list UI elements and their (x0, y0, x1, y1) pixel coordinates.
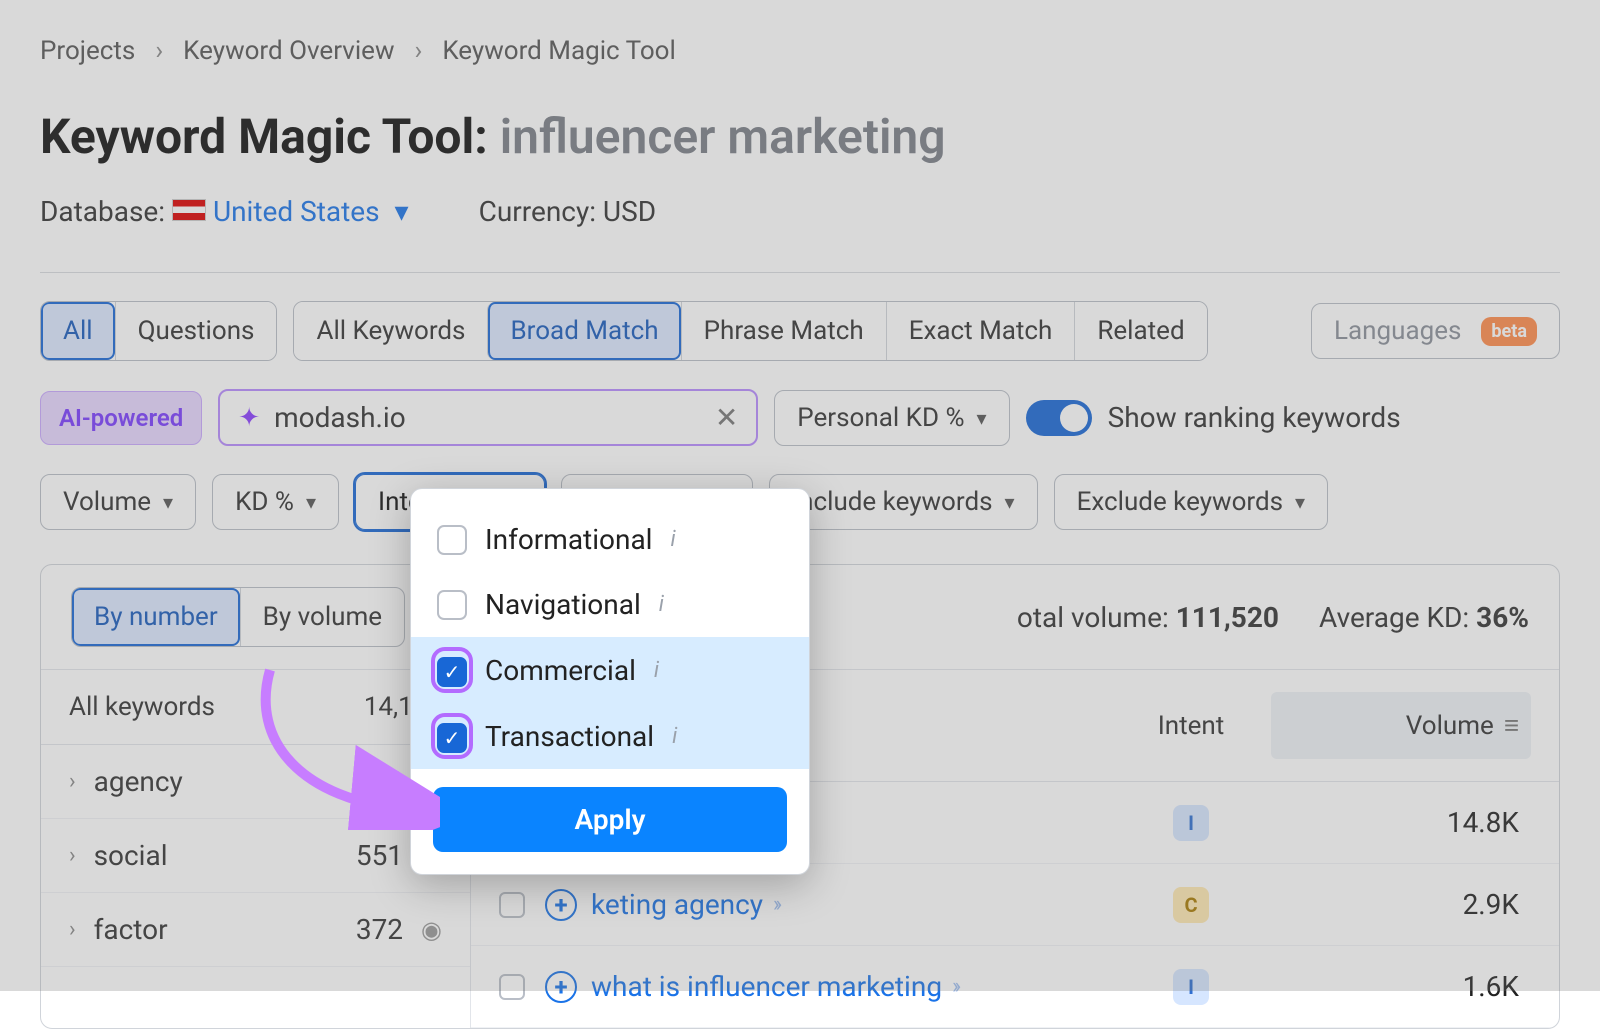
intent-badge: C (1173, 887, 1209, 923)
languages-filter[interactable]: Languages beta (1311, 303, 1560, 359)
match-type-segments: All Keywords Broad Match Phrase Match Ex… (293, 301, 1207, 361)
add-keyword-icon[interactable]: + (545, 889, 577, 921)
segment-all[interactable]: All (41, 302, 115, 360)
chevron-down-icon: ▾ (1005, 490, 1015, 514)
currency-label: Currency: USD (479, 195, 656, 228)
sparkle-icon: ✦ (238, 403, 260, 433)
breadcrumb: Projects › Keyword Overview › Keyword Ma… (40, 36, 1560, 66)
add-keyword-icon[interactable]: + (545, 971, 577, 1003)
keyword-groups-sidebar: All keywords 14,108 › agency 780 ◉ › soc… (41, 670, 471, 1028)
page-title: Keyword Magic Tool: influencer marketing (40, 108, 1560, 165)
column-intent[interactable]: Intent (1111, 711, 1271, 741)
chevron-down-icon: ▾ (1295, 490, 1305, 514)
personal-kd-filter[interactable]: Personal KD % ▾ (774, 390, 1009, 446)
chevron-right-icon: › (69, 769, 76, 794)
segment-questions[interactable]: Questions (115, 302, 277, 360)
sort-desc-icon: ≡ (1504, 710, 1519, 741)
keyword-group-row[interactable]: › factor 372 ◉ (41, 893, 470, 967)
intent-option-informational[interactable]: Informational i (411, 507, 809, 572)
volume-cell: 2.9K (1271, 888, 1531, 921)
panel-stats: otal volume: 111,520 Average KD: 36% (1017, 601, 1529, 634)
segment-phrase-match[interactable]: Phrase Match (681, 302, 886, 360)
ai-powered-badge: AI-powered (40, 391, 202, 445)
intent-option-navigational[interactable]: Navigational i (411, 572, 809, 637)
checkbox-checked[interactable]: ✓ (437, 657, 467, 687)
chevron-right-icon: ›› (773, 892, 778, 917)
chevron-down-icon: ▾ (306, 490, 316, 514)
domain-input[interactable]: ✦ modash.io ✕ (218, 389, 758, 446)
clear-icon[interactable]: ✕ (715, 401, 738, 434)
kd-filter[interactable]: KD %▾ (212, 474, 339, 530)
intent-option-transactional[interactable]: ✓ Transactional i (411, 703, 809, 769)
segment-related[interactable]: Related (1074, 302, 1206, 360)
chevron-right-icon: › (415, 36, 423, 66)
keyword-mode-segments: All Questions (40, 301, 277, 361)
crumb-keyword-magic-tool[interactable]: Keyword Magic Tool (442, 36, 676, 66)
info-icon[interactable]: i (672, 724, 677, 749)
checkbox[interactable] (437, 590, 467, 620)
exclude-keywords-filter[interactable]: Exclude keywords▾ (1054, 474, 1329, 530)
show-ranking-label: Show ranking keywords (1108, 401, 1401, 434)
intent-dropdown: Informational i Navigational i ✓ Commerc… (410, 488, 810, 875)
segment-all-keywords[interactable]: All Keywords (294, 302, 487, 360)
keyword-group-row[interactable]: › agency 780 ◉ (41, 745, 470, 819)
keyword-link[interactable]: keting agency (591, 888, 763, 921)
intent-badge: I (1173, 805, 1209, 841)
chevron-right-icon: › (69, 843, 76, 868)
checkbox-checked[interactable]: ✓ (437, 723, 467, 753)
row-checkbox[interactable] (499, 974, 525, 1000)
keyword-result-row[interactable]: + what is influencer marketing ›› I 1.6K (471, 946, 1559, 1028)
volume-cell: 1.6K (1271, 970, 1531, 1003)
eye-icon[interactable]: ◉ (421, 916, 442, 944)
chevron-right-icon: › (69, 917, 76, 942)
apply-button[interactable]: Apply (433, 787, 787, 852)
crumb-keyword-overview[interactable]: Keyword Overview (183, 36, 394, 66)
info-icon[interactable]: i (659, 592, 664, 617)
intent-option-commercial[interactable]: ✓ Commercial i (411, 637, 809, 703)
volume-filter[interactable]: Volume▾ (40, 474, 196, 530)
show-ranking-toggle[interactable] (1026, 400, 1092, 436)
chevron-down-icon: ▾ (977, 406, 987, 430)
tab-by-volume[interactable]: By volume (240, 588, 404, 646)
checkbox[interactable] (437, 525, 467, 555)
volume-cell: 14.8K (1271, 806, 1531, 839)
keyword-link[interactable]: what is influencer marketing (591, 970, 942, 1003)
database-selector[interactable]: Database: United States ▾ (40, 195, 409, 228)
chevron-right-icon: › (155, 36, 163, 66)
intent-badge: I (1173, 969, 1209, 1005)
sort-tabs: By number By volume (71, 587, 405, 647)
sidebar-all-keywords[interactable]: All keywords (69, 692, 215, 722)
segment-exact-match[interactable]: Exact Match (886, 302, 1075, 360)
beta-badge: beta (1481, 317, 1537, 346)
keyword-group-row[interactable]: › social 551 ◉ (41, 819, 470, 893)
crumb-projects[interactable]: Projects (40, 36, 135, 66)
column-volume[interactable]: Volume ≡ (1271, 692, 1531, 759)
info-icon[interactable]: i (671, 527, 676, 552)
row-checkbox[interactable] (499, 892, 525, 918)
keyword-result-row[interactable]: + keting agency ›› C 2.9K (471, 864, 1559, 946)
page-title-query: influencer marketing (500, 108, 946, 165)
chevron-down-icon: ▾ (163, 490, 173, 514)
tab-by-number[interactable]: By number (72, 588, 240, 646)
chevron-down-icon: ▾ (395, 195, 409, 228)
domain-input-value: modash.io (274, 401, 701, 434)
segment-broad-match[interactable]: Broad Match (487, 302, 680, 360)
info-icon[interactable]: i (654, 658, 659, 683)
chevron-right-icon: ›› (952, 974, 957, 999)
us-flag-icon (172, 199, 206, 221)
